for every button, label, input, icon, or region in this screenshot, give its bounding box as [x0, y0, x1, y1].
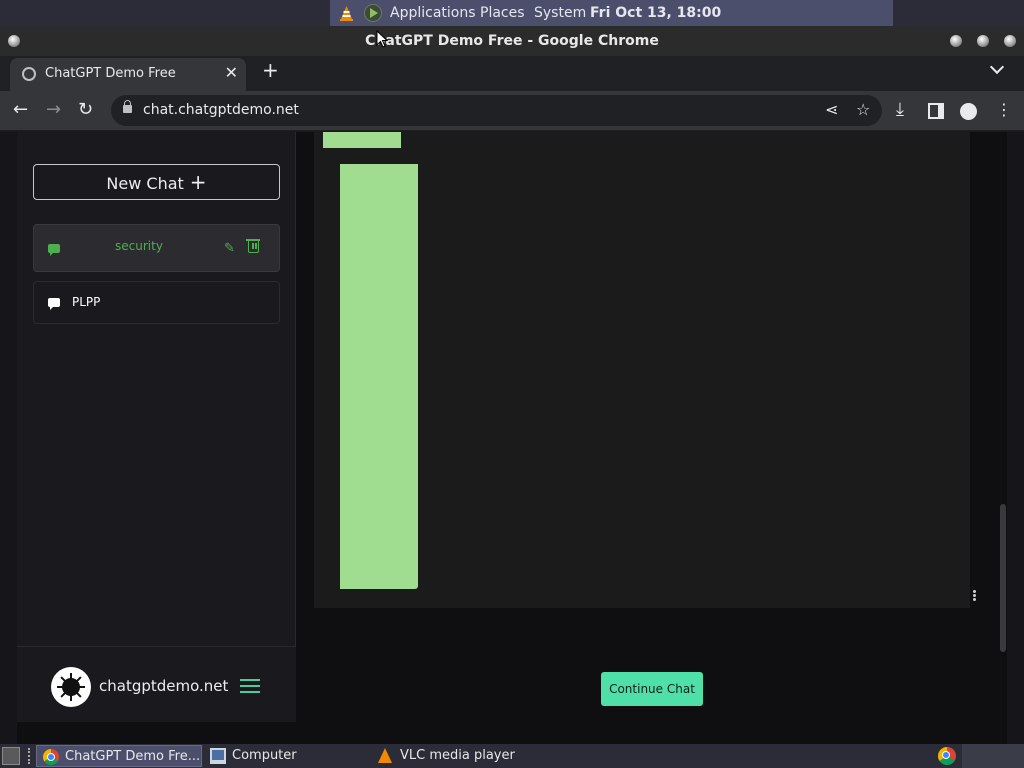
- message-panel: [314, 148, 970, 608]
- new-chat-label: New Chat: [106, 174, 184, 193]
- minimize-icon[interactable]: [950, 35, 962, 47]
- message-block: [340, 164, 418, 589]
- task-vlc[interactable]: VLC media player: [372, 745, 542, 767]
- theme-toggle-sun-icon[interactable]: [51, 667, 91, 707]
- task-chrome[interactable]: ChatGPT Demo Fre...: [36, 745, 202, 767]
- chat-item-plpp[interactable]: PLPP: [33, 281, 280, 324]
- system-menu[interactable]: System: [534, 5, 586, 21]
- chat-sidebar: New Chat + security ✎ PLPP: [17, 132, 296, 722]
- tab-strip: ChatGPT Demo Free ✕: [0, 56, 1024, 91]
- continue-chat-button[interactable]: Continue Chat: [601, 672, 703, 706]
- lock-icon[interactable]: [123, 100, 132, 113]
- bookmark-star-icon[interactable]: ☆: [856, 100, 870, 119]
- maximize-icon[interactable]: [977, 35, 989, 47]
- address-bar[interactable]: chat.chatgptdemo.net ⋖ ☆: [111, 95, 882, 126]
- plus-icon: +: [189, 170, 207, 194]
- globe-icon: [22, 67, 36, 81]
- chat-item-label: security: [115, 239, 163, 253]
- window-title: ChatGPT Demo Free - Google Chrome: [365, 33, 659, 49]
- chat-bubble-icon: [48, 298, 60, 310]
- computer-icon: [210, 748, 226, 764]
- media-launcher-icon[interactable]: [364, 4, 382, 22]
- chat-item-label: PLPP: [72, 295, 101, 309]
- chrome-icon: [43, 749, 59, 765]
- taskbar: ChatGPT Demo Fre... Computer VLC media p…: [0, 744, 1024, 768]
- window-titlebar[interactable]: ChatGPT Demo Free - Google Chrome: [0, 26, 1024, 56]
- new-tab-icon[interactable]: +: [262, 58, 279, 82]
- places-menu[interactable]: Places: [480, 5, 525, 21]
- close-window-icon[interactable]: [1004, 35, 1016, 47]
- hamburger-menu-icon[interactable]: [240, 679, 260, 693]
- vlc-icon: [378, 748, 392, 763]
- trash-icon[interactable]: [246, 239, 260, 253]
- kebab-menu-icon[interactable]: [973, 594, 976, 597]
- brand-name[interactable]: chatgptdemo.net: [99, 677, 228, 695]
- new-chat-button[interactable]: New Chat +: [33, 164, 280, 200]
- reload-icon[interactable]: ↻: [78, 99, 93, 121]
- side-panel-icon[interactable]: [928, 103, 944, 119]
- tray-chrome-icon[interactable]: [938, 747, 956, 765]
- message-block-top: [323, 132, 401, 148]
- download-icon[interactable]: ⤓: [896, 99, 904, 121]
- edit-icon[interactable]: ✎: [224, 241, 235, 256]
- vlc-launcher-icon[interactable]: [339, 5, 354, 21]
- task-computer[interactable]: Computer: [204, 745, 364, 767]
- profile-icon[interactable]: [960, 103, 977, 120]
- show-desktop-icon[interactable]: [2, 747, 20, 765]
- message-panel-top: [314, 132, 970, 148]
- applications-menu[interactable]: Applications: [390, 5, 476, 21]
- sun-core: [62, 678, 80, 696]
- forward-icon[interactable]: →: [46, 99, 61, 121]
- top-panel: Applications Places System Fri Oct 13, 1…: [0, 0, 1024, 26]
- chat-main: Continue Chat: [297, 132, 1007, 722]
- sidebar-footer: chatgptdemo.net: [17, 646, 296, 722]
- task-label: VLC media player: [400, 748, 515, 763]
- chat-item-security[interactable]: security ✎: [33, 224, 280, 272]
- clock[interactable]: Fri Oct 13, 18:00: [590, 5, 721, 21]
- page-scrollbar[interactable]: [1007, 132, 1024, 744]
- system-tray: [962, 744, 1024, 768]
- task-label: Computer: [232, 748, 297, 763]
- taskbar-grip[interactable]: [28, 748, 31, 764]
- share-icon[interactable]: ⋖: [825, 100, 838, 119]
- page-gutter: [0, 132, 17, 744]
- more-menu-icon[interactable]: ⋮: [996, 99, 1012, 121]
- mouse-cursor-icon: [376, 30, 388, 48]
- back-icon[interactable]: ←: [13, 99, 28, 121]
- close-tab-icon[interactable]: ✕: [225, 63, 238, 82]
- tab-chatgpt-demo[interactable]: ChatGPT Demo Free ✕: [10, 58, 246, 91]
- web-page: New Chat + security ✎ PLPP chatgptdemo.ne…: [0, 132, 1024, 744]
- task-label: ChatGPT Demo Fre...: [65, 749, 201, 764]
- tab-title: ChatGPT Demo Free: [45, 66, 176, 81]
- scrollbar-thumb[interactable]: [1000, 504, 1006, 652]
- url-text[interactable]: chat.chatgptdemo.net: [143, 102, 299, 118]
